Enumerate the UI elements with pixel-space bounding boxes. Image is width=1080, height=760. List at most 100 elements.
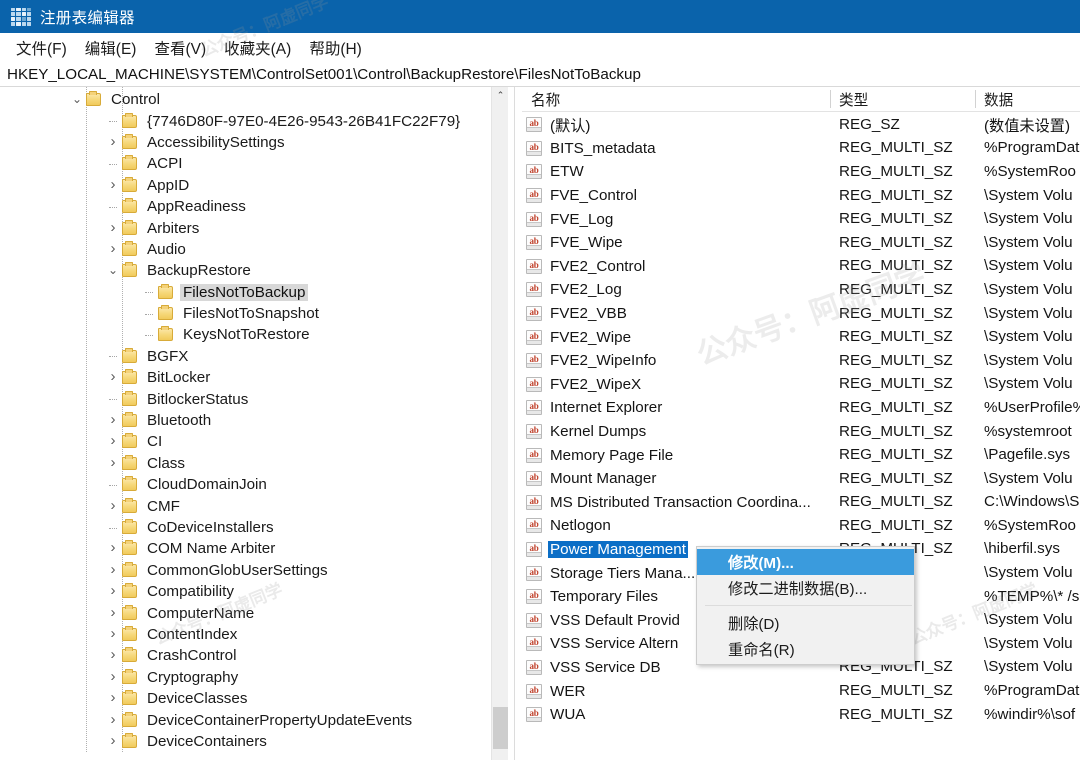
table-row[interactable]: ab FVE2_Control REG_MULTI_SZ \System Volu — [522, 255, 1080, 279]
tree-item-commonglobusersettings[interactable]: › CommonGlobUserSettings — [0, 560, 508, 581]
table-row[interactable]: ab FVE2_Wipe REG_MULTI_SZ \System Volu — [522, 325, 1080, 349]
address-bar[interactable]: HKEY_LOCAL_MACHINE\SYSTEM\ControlSet001\… — [0, 62, 1080, 87]
column-name[interactable]: 名称 — [522, 87, 830, 111]
table-row[interactable]: ab Netlogon REG_MULTI_SZ %SystemRoo — [522, 514, 1080, 538]
chevron-right-icon[interactable]: › — [104, 134, 122, 149]
chevron-right-icon[interactable]: › — [104, 455, 122, 470]
chevron-right-icon[interactable]: › — [104, 647, 122, 662]
table-row[interactable]: ab Memory Page File REG_MULTI_SZ \Pagefile.… — [522, 443, 1080, 467]
tree-item-computername[interactable]: › ComputerName — [0, 602, 508, 623]
tree-item-bitlocker[interactable]: › BitLocker — [0, 367, 508, 388]
value-name-cell: ab MS Distributed Transaction Coordina... — [522, 494, 830, 511]
tree-item-keysnottorestore[interactable]: KeysNotToRestore — [0, 324, 508, 345]
value-name: VSS Service DB — [550, 658, 661, 676]
menu-view[interactable]: 查看(V) — [145, 35, 215, 61]
tree-item-com-name-arbiter[interactable]: › COM Name Arbiter — [0, 538, 508, 559]
ctx-modify[interactable]: 修改(M)... — [697, 549, 914, 575]
tree-item-appid[interactable]: › AppID — [0, 175, 508, 196]
tree-item-deviceclasses[interactable]: › DeviceClasses — [0, 688, 508, 709]
tree-item-cryptography[interactable]: › Cryptography — [0, 667, 508, 688]
pane-splitter[interactable] — [508, 87, 522, 760]
value-type-cell: REG_MULTI_SZ — [830, 375, 975, 393]
tree-item-crashcontrol[interactable]: › CrashControl — [0, 645, 508, 666]
tree-item-bgfx[interactable]: BGFX — [0, 346, 508, 367]
registry-tree: ⌄ Control {7746D80F-97E0-4E26-9543-26B41FC… — [0, 87, 508, 753]
tree-item-contentindex[interactable]: › ContentIndex — [0, 624, 508, 645]
menu-edit[interactable]: 编辑(E) — [76, 35, 146, 61]
tree-item-compatibility[interactable]: › Compatibility — [0, 581, 508, 602]
table-row[interactable]: ab FVE_Control REG_MULTI_SZ \System Volu — [522, 184, 1080, 208]
tree-item-filesnottosnapshot[interactable]: FilesNotToSnapshot — [0, 303, 508, 324]
tree-scrollbar-thumb[interactable] — [493, 707, 508, 749]
tree-item-bitlockerstatus[interactable]: BitlockerStatus — [0, 388, 508, 409]
tree-item-label: Class — [147, 454, 185, 472]
table-row[interactable]: ab ETW REG_MULTI_SZ %SystemRoo — [522, 160, 1080, 184]
table-row[interactable]: ab WUA REG_MULTI_SZ %windir%\sof — [522, 703, 1080, 727]
table-row[interactable]: ab Kernel Dumps REG_MULTI_SZ %systemroot — [522, 420, 1080, 444]
tree-item-ci[interactable]: › CI — [0, 431, 508, 452]
chevron-down-icon[interactable]: ⌄ — [68, 93, 86, 105]
table-row[interactable]: ab WER REG_MULTI_SZ %ProgramDat — [522, 679, 1080, 703]
ctx-modify-binary[interactable]: 修改二进制数据(B)... — [697, 575, 914, 601]
tree-item-clouddomainjoin[interactable]: CloudDomainJoin — [0, 474, 508, 495]
tree-item-acpi[interactable]: ACPI — [0, 153, 508, 174]
chevron-right-icon[interactable]: › — [104, 669, 122, 684]
chevron-right-icon[interactable]: › — [104, 540, 122, 555]
scroll-up-arrow[interactable]: ⌃ — [492, 87, 508, 104]
chevron-right-icon[interactable]: › — [104, 733, 122, 748]
tree-item-control[interactable]: ⌄ Control — [0, 89, 508, 110]
tree-item-devicecontainerpropertyupdateevents[interactable]: › DeviceContainerPropertyUpdateEvents — [0, 709, 508, 730]
chevron-right-icon[interactable]: › — [104, 412, 122, 427]
menu-help[interactable]: 帮助(H) — [300, 35, 371, 61]
chevron-down-icon[interactable]: ⌄ — [104, 264, 122, 276]
column-type[interactable]: 类型 — [830, 87, 975, 111]
tree-scrollbar[interactable]: ⌃ — [491, 87, 508, 760]
chevron-right-icon[interactable]: › — [104, 690, 122, 705]
chevron-right-icon[interactable]: › — [104, 605, 122, 620]
table-row[interactable]: ab FVE2_VBB REG_MULTI_SZ \System Volu — [522, 302, 1080, 326]
table-row[interactable]: ab FVE2_Log REG_MULTI_SZ \System Volu — [522, 278, 1080, 302]
ctx-rename[interactable]: 重命名(R) — [697, 636, 914, 662]
chevron-right-icon[interactable]: › — [104, 433, 122, 448]
table-row[interactable]: ab MS Distributed Transaction Coordina...… — [522, 491, 1080, 515]
tree-item-cmf[interactable]: › CMF — [0, 495, 508, 516]
chevron-right-icon[interactable]: › — [104, 712, 122, 727]
string-value-icon: ab — [526, 164, 542, 180]
tree-item-appreadiness[interactable]: AppReadiness — [0, 196, 508, 217]
table-row[interactable]: ab FVE2_WipeX REG_MULTI_SZ \System Volu — [522, 373, 1080, 397]
value-type-cell: REG_SZ — [830, 116, 975, 134]
tree-item-accessibilitysettings[interactable]: › AccessibilitySettings — [0, 132, 508, 153]
chevron-right-icon[interactable]: › — [104, 626, 122, 641]
chevron-right-icon[interactable]: › — [104, 241, 122, 256]
tree-item-label: DeviceClasses — [147, 690, 248, 708]
menu-file[interactable]: 文件(F) — [7, 35, 76, 61]
table-row[interactable]: ab FVE2_WipeInfo REG_MULTI_SZ \System Volu — [522, 349, 1080, 373]
tree-item-7746d80f-97e0-4e26-9543-26b41fc22f79[interactable]: {7746D80F-97E0-4E26-9543-26B41FC22F79} — [0, 110, 508, 131]
table-row[interactable]: ab FVE_Wipe REG_MULTI_SZ \System Volu — [522, 231, 1080, 255]
tree-item-backuprestore[interactable]: ⌄ BackupRestore — [0, 260, 508, 281]
tree-item-label: CrashControl — [147, 647, 237, 665]
tree-item-filesnottobackup[interactable]: FilesNotToBackup — [0, 282, 508, 303]
tree-item-audio[interactable]: › Audio — [0, 239, 508, 260]
table-row[interactable]: ab Internet Explorer REG_MULTI_SZ %UserProf… — [522, 396, 1080, 420]
table-row[interactable]: ab Mount Manager REG_MULTI_SZ \System Volu — [522, 467, 1080, 491]
chevron-right-icon[interactable]: › — [104, 369, 122, 384]
tree-item-class[interactable]: › Class — [0, 453, 508, 474]
menu-favorites[interactable]: 收藏夹(A) — [215, 35, 300, 61]
chevron-right-icon[interactable]: › — [104, 583, 122, 598]
value-data: %systemroot — [984, 422, 1072, 440]
chevron-right-icon[interactable]: › — [104, 177, 122, 192]
chevron-right-icon[interactable]: › — [104, 498, 122, 513]
chevron-right-icon[interactable]: › — [104, 562, 122, 577]
table-row[interactable]: ab (默认) REG_SZ (数值未设置) — [522, 113, 1080, 137]
tree-item-codeviceinstallers[interactable]: CoDeviceInstallers — [0, 517, 508, 538]
chevron-right-icon[interactable]: › — [104, 220, 122, 235]
value-data: \System Volu — [984, 280, 1073, 298]
table-row[interactable]: ab BITS_metadata REG_MULTI_SZ %ProgramDat — [522, 137, 1080, 161]
tree-item-bluetooth[interactable]: › Bluetooth — [0, 410, 508, 431]
tree-item-arbiters[interactable]: › Arbiters — [0, 217, 508, 238]
tree-item-devicecontainers[interactable]: › DeviceContainers — [0, 731, 508, 752]
ctx-delete[interactable]: 删除(D) — [697, 610, 914, 636]
table-row[interactable]: ab FVE_Log REG_MULTI_SZ \System Volu — [522, 207, 1080, 231]
column-data[interactable]: 数据 — [975, 87, 1080, 111]
